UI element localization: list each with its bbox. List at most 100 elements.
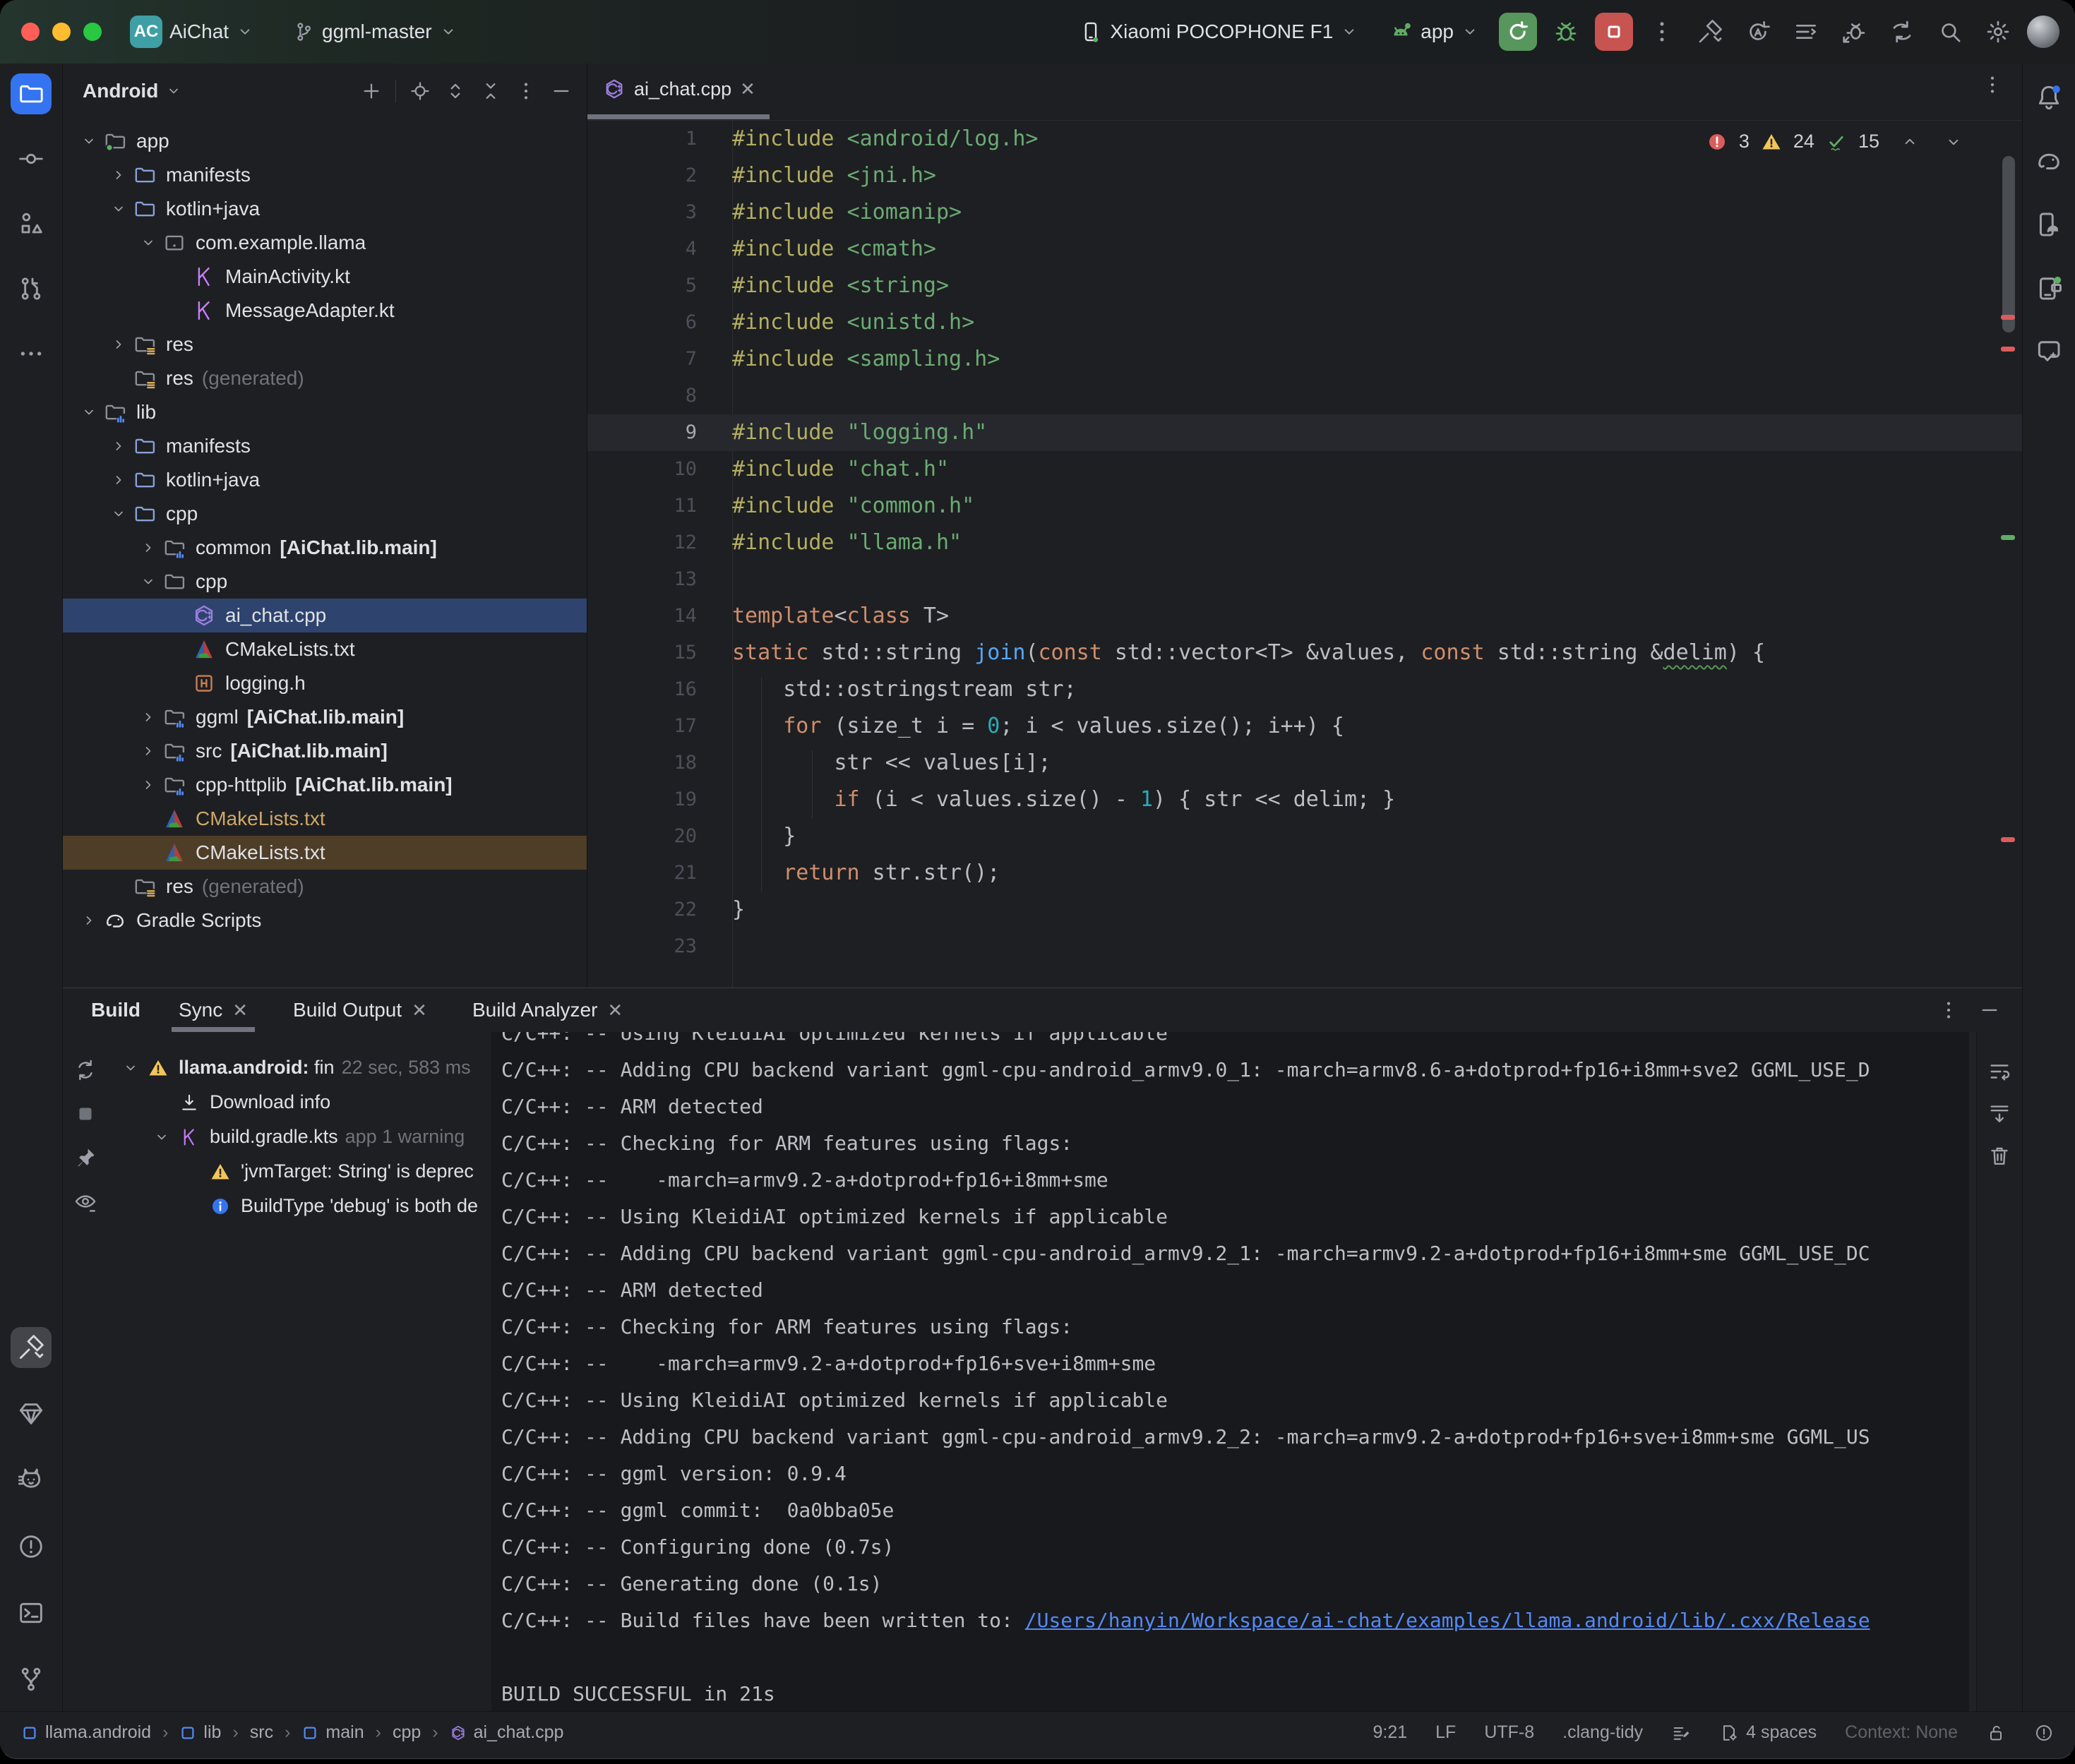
project-selector[interactable]: AC AiChat — [120, 10, 264, 54]
tree-item-kotlin-java[interactable]: kotlin+java — [63, 463, 587, 497]
tree-item-manifests[interactable]: manifests — [63, 429, 587, 463]
build-panel-options-icon[interactable] — [1937, 999, 1960, 1021]
build-tab-sync[interactable]: Sync✕ — [172, 988, 255, 1032]
status-4-spaces[interactable]: 4 spaces — [1719, 1722, 1817, 1743]
close-tab-icon[interactable]: ✕ — [412, 1000, 427, 1021]
tree-item-cpp[interactable]: cpp — [63, 497, 587, 531]
scrollbar-thumb[interactable] — [2002, 156, 2015, 332]
debug-button[interactable] — [1547, 13, 1585, 51]
tree-item-lib[interactable]: lib — [63, 395, 587, 429]
console-scrollbar[interactable] — [1969, 1032, 1976, 1717]
add-button[interactable] — [356, 76, 387, 107]
tree-item-ai-chat-cpp[interactable]: ai_chat.cpp — [63, 599, 587, 632]
tree-item-mainactivity-kt[interactable]: MainActivity.kt — [63, 260, 587, 294]
tool-logcat-cat-button[interactable] — [11, 1460, 52, 1501]
build-hammer-button[interactable] — [1691, 13, 1729, 51]
editor-scrollbar[interactable] — [1999, 121, 2018, 988]
close-tab-icon[interactable]: ✕ — [607, 1000, 623, 1021]
stop-button[interactable] — [1595, 13, 1633, 51]
build-tree-item[interactable]: llama.android: fin22 sec, 583 ms — [108, 1050, 491, 1085]
tool-pull-requests-button[interactable] — [11, 268, 52, 309]
close-window-button[interactable] — [21, 23, 40, 41]
console-link[interactable]: /Users/hanyin/Workspace/ai-chat/examples… — [1025, 1609, 1870, 1632]
editor-tab-ai-chat-cpp[interactable]: ai_chat.cpp ✕ — [587, 64, 770, 114]
build-tab-build-output[interactable]: Build Output✕ — [286, 988, 434, 1032]
minimize-window-button[interactable] — [52, 23, 71, 41]
profiler-button[interactable] — [1787, 13, 1825, 51]
tool-gradle-button[interactable] — [2031, 143, 2067, 179]
status-lf[interactable]: LF — [1435, 1722, 1456, 1743]
project-view-mode[interactable]: Android — [83, 80, 158, 102]
breadcrumb-item[interactable]: main — [301, 1722, 364, 1743]
hide-panel-icon[interactable] — [1978, 999, 2001, 1021]
build-tree-item[interactable]: 'jvmTarget: String' is deprec — [108, 1154, 491, 1189]
tool-gemini-chat-button[interactable] — [2031, 333, 2067, 370]
status-utf-8[interactable]: UTF-8 — [1484, 1722, 1534, 1743]
build-tree-item[interactable]: BuildType 'debug' is both de — [108, 1189, 491, 1223]
run-button[interactable] — [1499, 13, 1537, 51]
tree-item-com-example-llama[interactable]: com.example.llama — [63, 226, 587, 260]
tree-item-cmakelists-txt[interactable]: CMakeLists.txt — [63, 836, 587, 870]
preview-eye-button[interactable] — [70, 1186, 101, 1217]
tool-version-control-button[interactable] — [11, 1659, 52, 1700]
tree-item-common[interactable]: common[AiChat.lib.main] — [63, 531, 587, 565]
build-tree-item[interactable]: Download info — [108, 1085, 491, 1120]
kebab-button[interactable] — [1643, 13, 1681, 51]
update-project-button[interactable] — [1883, 13, 1921, 51]
tree-item-gradle-scripts[interactable]: Gradle Scripts — [63, 904, 587, 937]
tree-item-messageadapter-kt[interactable]: MessageAdapter.kt — [63, 294, 587, 328]
tree-item-logging-h[interactable]: logging.h — [63, 666, 587, 700]
stop-square-button[interactable] — [70, 1098, 101, 1129]
run-configuration-selector[interactable]: app — [1378, 13, 1489, 50]
tree-item-cpp-httplib[interactable]: cpp-httplib[AiChat.lib.main] — [63, 768, 587, 802]
tree-item-cpp[interactable]: cpp — [63, 565, 587, 599]
tree-item-app[interactable]: app — [63, 124, 587, 158]
status-context-none[interactable]: Context: None — [1845, 1722, 1958, 1743]
clear-trash-button[interactable] — [1984, 1141, 2015, 1172]
tool-terminal-button[interactable] — [11, 1592, 52, 1633]
build-tree-item[interactable]: build.gradle.ktsapp 1 warning — [108, 1120, 491, 1154]
code-editor[interactable]: 1#include <android/log.h>2#include <jni.… — [587, 121, 2022, 988]
tool-project-folder-button[interactable] — [11, 73, 52, 114]
attach-debugger-button[interactable] — [1835, 13, 1873, 51]
refresh-sync-button[interactable] — [70, 1055, 101, 1086]
status--clang-tidy[interactable]: .clang-tidy — [1562, 1722, 1643, 1743]
tool-commit-button[interactable] — [11, 138, 52, 179]
locate-button[interactable] — [405, 76, 436, 107]
breadcrumb-item[interactable]: lib — [179, 1722, 221, 1743]
tree-item-manifests[interactable]: manifests — [63, 158, 587, 192]
inspections-widget[interactable]: 32415 — [1706, 131, 1963, 152]
status-9-21[interactable]: 9:21 — [1373, 1722, 1407, 1743]
status-error-outline[interactable] — [2034, 1723, 2054, 1743]
status-formatter[interactable] — [1671, 1723, 1691, 1743]
scroll-to-end-button[interactable] — [1984, 1098, 2015, 1129]
tool-notifications-bell-button[interactable] — [2031, 79, 2067, 116]
pin-button[interactable] — [70, 1142, 101, 1173]
tool-running-devices-button[interactable] — [2031, 270, 2067, 306]
sync-gradle-button[interactable] — [1739, 13, 1777, 51]
settings-button[interactable] — [1979, 13, 2017, 51]
build-console[interactable]: C/C++: -- Using KleidiAI optimized kerne… — [491, 1032, 1976, 1717]
close-tab-icon[interactable]: ✕ — [740, 78, 755, 100]
next-problem-icon[interactable] — [1944, 133, 1963, 151]
tool-problems-button[interactable] — [11, 1526, 52, 1567]
branch-selector[interactable]: ggml-master — [282, 15, 467, 49]
build-tab-build-analyzer[interactable]: Build Analyzer✕ — [465, 988, 630, 1032]
tree-item-res[interactable]: res — [63, 328, 587, 361]
tool-app-insights-gem-button[interactable] — [11, 1393, 52, 1434]
collapse-all-button[interactable] — [475, 76, 506, 107]
user-avatar[interactable] — [2027, 16, 2059, 48]
soft-wrap-button[interactable] — [1984, 1056, 2015, 1087]
expand-all-button[interactable] — [440, 76, 471, 107]
tool-device-manager-button[interactable] — [2031, 206, 2067, 243]
breadcrumb-item[interactable]: src — [250, 1722, 273, 1743]
hide-button[interactable] — [546, 76, 577, 107]
prev-problem-icon[interactable] — [1901, 133, 1919, 151]
breadcrumb-item[interactable]: llama.android — [21, 1722, 151, 1743]
tree-item-ggml[interactable]: ggml[AiChat.lib.main] — [63, 700, 587, 734]
more-kebab-button[interactable] — [510, 76, 542, 107]
tree-item-res[interactable]: res(generated) — [63, 361, 587, 395]
tool-build-hammer-button[interactable] — [11, 1327, 52, 1368]
tree-item-cmakelists-txt[interactable]: CMakeLists.txt — [63, 802, 587, 836]
breadcrumb-item[interactable]: ai_chat.cpp — [450, 1722, 564, 1743]
